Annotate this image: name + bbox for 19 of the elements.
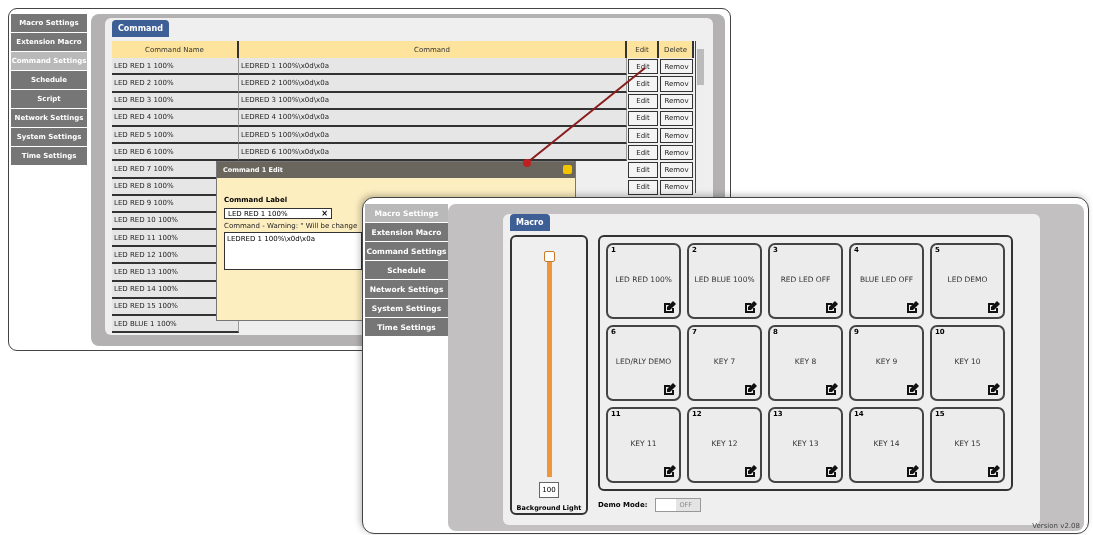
edit-icon[interactable] [906, 465, 919, 478]
edit-icon[interactable] [987, 301, 1000, 314]
tab[interactable]: Macro [510, 214, 550, 231]
edit-icon[interactable] [906, 383, 919, 396]
edit-icon[interactable] [987, 465, 1000, 478]
edit-icon[interactable] [825, 301, 838, 314]
edit-icon[interactable] [825, 465, 838, 478]
edit-icon[interactable] [663, 301, 676, 314]
edit-icon[interactable] [663, 465, 676, 478]
edit-icon[interactable] [744, 465, 757, 478]
edit-icon[interactable] [825, 383, 838, 396]
clear-icon[interactable]: × [321, 209, 328, 218]
tab[interactable]: Command [112, 20, 169, 37]
edit-icon[interactable] [906, 301, 919, 314]
edit-icon[interactable] [744, 383, 757, 396]
edit-icon[interactable] [744, 301, 757, 314]
slider-thumb[interactable] [543, 251, 555, 262]
edit-icon[interactable] [987, 383, 1000, 396]
edit-icon[interactable] [663, 383, 676, 396]
